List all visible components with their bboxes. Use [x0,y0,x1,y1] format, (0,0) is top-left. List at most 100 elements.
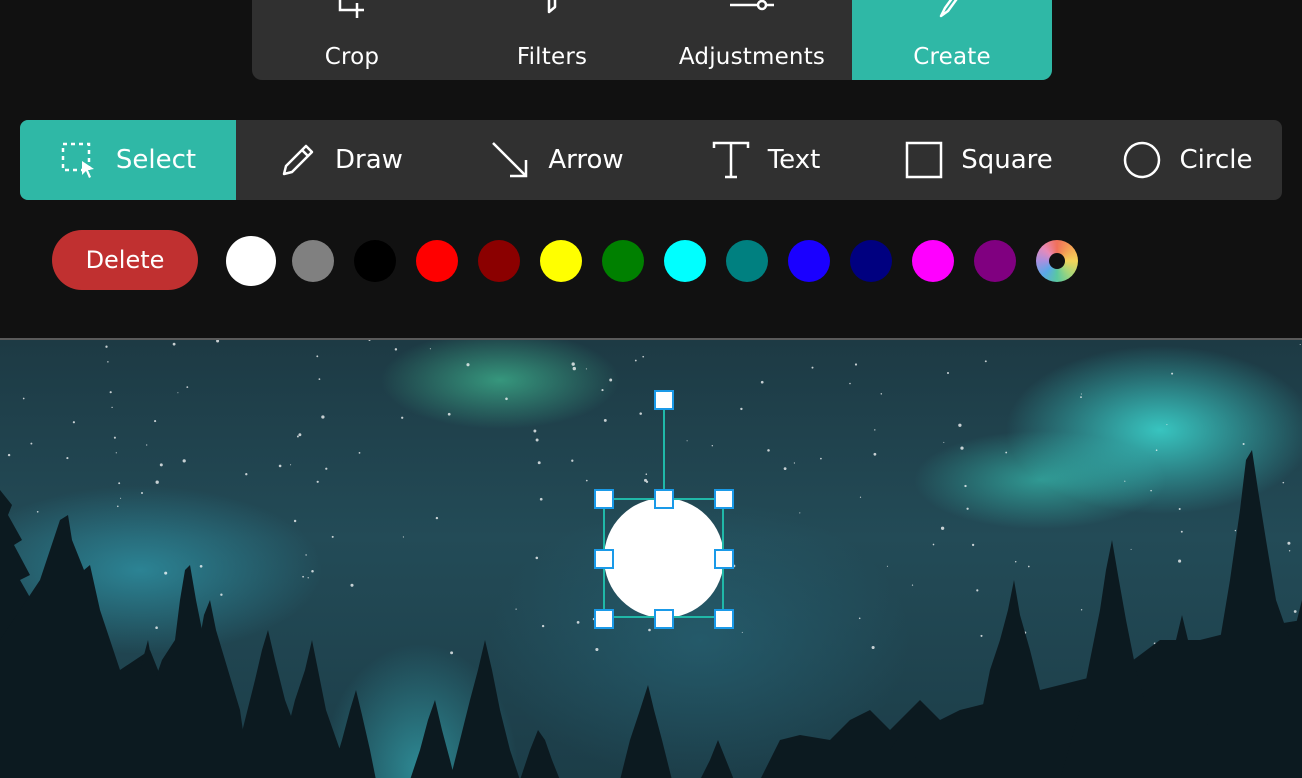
star [1130,548,1132,550]
tab-create-label: Create [913,44,991,70]
star [1080,396,1082,399]
star [402,536,404,538]
color-swatch-purple[interactable] [974,240,1016,282]
color-wheel-icon[interactable] [1036,240,1078,282]
sliders-icon [730,0,774,11]
star [535,556,539,560]
star [290,464,292,466]
star [1155,449,1158,451]
tool-draw[interactable]: Draw [236,120,446,200]
color-swatch-gray[interactable] [292,240,334,282]
color-swatch-black[interactable] [354,240,396,282]
color-swatch-dark-red[interactable] [478,240,520,282]
delete-button[interactable]: Delete [52,230,198,290]
star [164,571,168,575]
star [1080,393,1082,395]
star [109,391,112,394]
tool-square[interactable]: Square [864,120,1094,200]
star [1014,561,1017,563]
pencil-icon [282,144,314,176]
star [115,452,117,454]
star [186,386,189,388]
star [159,463,163,467]
resize-handle-top-left[interactable] [594,489,614,509]
star [940,526,945,530]
resize-handle-top[interactable] [654,489,674,509]
tool-text-label: Text [767,145,821,175]
tab-crop[interactable]: Crop [252,0,452,80]
star [585,479,588,482]
star [36,510,39,513]
star [686,440,688,442]
tool-circle-label: Circle [1179,145,1253,175]
tool-select[interactable]: Select [20,120,236,200]
star [331,535,334,538]
star [172,342,176,346]
color-swatch-cyan[interactable] [664,240,706,282]
star [177,392,179,394]
color-swatch-blue[interactable] [788,240,830,282]
star [585,368,587,370]
color-swatch-yellow[interactable] [540,240,582,282]
color-swatch-red[interactable] [416,240,458,282]
star [302,575,304,578]
tool-circle[interactable]: Circle [1094,120,1282,200]
star [111,406,113,409]
star [435,516,439,520]
tool-select-label: Select [115,145,197,175]
star [799,512,801,514]
color-swatch-green[interactable] [602,240,644,282]
color-swatch-navy[interactable] [850,240,892,282]
tab-filters[interactable]: Filters [452,0,652,80]
star [645,473,648,475]
color-swatch-white[interactable] [226,236,276,286]
star [874,429,876,431]
resize-handle-bottom-right[interactable] [714,609,734,629]
star [783,467,787,471]
star [30,442,33,445]
star [113,436,116,439]
star [1282,481,1285,484]
filter-icon [547,0,557,14]
star [1124,480,1126,482]
color-swatch-teal[interactable] [726,240,768,282]
star [22,397,25,400]
star [609,378,613,382]
star [880,393,883,395]
pen-nib-icon [939,0,958,18]
resize-handle-right[interactable] [714,549,734,569]
star [760,380,764,384]
tab-crop-label: Crop [324,44,380,70]
tool-text[interactable]: Text [668,120,864,200]
resize-handle-bottom-left[interactable] [594,609,614,629]
star [740,407,743,411]
star [117,505,119,508]
star [871,645,875,650]
tab-create[interactable]: Create [852,0,1052,80]
resize-handle-bottom[interactable] [654,609,674,629]
select-icon [61,142,94,178]
star [539,497,543,501]
star [572,366,576,371]
image-canvas[interactable] [0,338,1302,778]
star [964,484,967,488]
star [793,462,796,464]
star [316,355,319,358]
star [293,519,297,523]
star [535,438,539,442]
resize-handle-left[interactable] [594,549,614,569]
tool-arrow[interactable]: Arrow [446,120,668,200]
star [307,577,309,579]
resize-handle-top-right[interactable] [714,489,734,509]
star [946,371,950,375]
star [358,452,361,454]
color-swatch-magenta[interactable] [912,240,954,282]
star [155,626,158,629]
tab-adjustments[interactable]: Adjustments [652,0,852,80]
star [155,480,159,484]
rotate-handle[interactable] [654,390,674,410]
star [7,453,11,457]
tool-arrow-label: Arrow [548,145,624,175]
star [648,628,651,632]
tab-filters-label: Filters [516,44,588,70]
